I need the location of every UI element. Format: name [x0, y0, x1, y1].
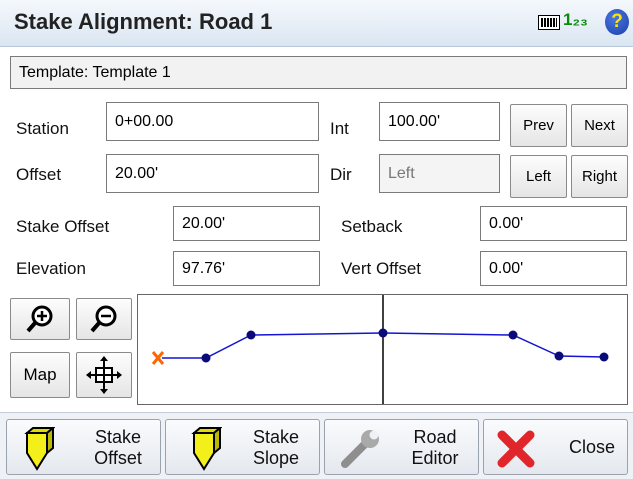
stake-offset-line1: Stake — [94, 427, 142, 447]
int-label: Int — [330, 119, 349, 138]
dir-label: Dir — [330, 165, 352, 184]
cross-section-plot — [151, 295, 609, 404]
stake-icon — [191, 427, 222, 471]
map-button[interactable]: Map — [10, 352, 70, 398]
dir-field: Left — [379, 154, 500, 193]
station-label: Station — [16, 119, 69, 138]
road-editor-button[interactable]: Road Editor — [324, 419, 479, 475]
station-input[interactable]: 0+00.00 — [106, 102, 319, 141]
zoom-out-icon — [90, 305, 117, 333]
elevation-value: 97.76' — [173, 251, 320, 286]
stake-slope-line1: Stake — [252, 427, 300, 447]
bottom-toolbar: Stake Offset Stake Slope Road Editor Clo… — [0, 412, 633, 479]
road-editor-line1: Road — [413, 427, 457, 447]
cross-section-view[interactable] — [137, 294, 628, 405]
vert-offset-value: 0.00' — [480, 251, 627, 286]
pan-button[interactable] — [76, 352, 132, 398]
stake-icon — [24, 427, 55, 471]
stake-slope-button[interactable]: Stake Slope — [165, 419, 320, 475]
keyboard-icon[interactable] — [538, 15, 560, 30]
offset-label: Offset — [16, 165, 62, 184]
zoom-in-icon — [26, 305, 53, 333]
stake-offset-line2: Offset — [94, 448, 142, 468]
setback-label: Setback — [341, 217, 403, 236]
road-editor-line2: Editor — [411, 448, 459, 468]
pan-icon — [86, 356, 122, 394]
stake-target-marker — [151, 351, 165, 365]
prev-button[interactable]: Prev — [510, 104, 567, 147]
window-title: Stake Alignment: Road 1 — [14, 9, 273, 34]
vert-offset-label: Vert Offset — [341, 259, 422, 278]
input-mode-indicator[interactable]: 1₂₃ — [563, 10, 588, 30]
stake-offset-value: 20.00' — [173, 206, 320, 241]
zoom-in-button[interactable] — [10, 298, 70, 340]
zoom-out-button[interactable] — [76, 298, 132, 340]
close-button-label: Close — [568, 437, 616, 457]
template-field[interactable]: Template: Template 1 — [10, 56, 627, 89]
stake-offset-label: Stake Offset — [16, 217, 110, 236]
stake-slope-button-label: Stake Slope — [236, 427, 316, 469]
title-bar: Stake Alignment: Road 1 1₂₃ ? — [0, 0, 633, 47]
stake-slope-line2: Slope — [252, 448, 300, 468]
offset-input[interactable]: 20.00' — [106, 154, 319, 193]
close-button[interactable]: Close — [483, 419, 628, 475]
right-button[interactable]: Right — [571, 155, 628, 198]
stake-offset-button-label: Stake Offset — [79, 427, 157, 469]
left-button[interactable]: Left — [510, 155, 567, 198]
road-editor-button-label: Road Editor — [395, 427, 475, 469]
elevation-label: Elevation — [16, 259, 86, 278]
int-input[interactable]: 100.00' — [379, 102, 500, 141]
input-mode-label: 1₂₃ — [563, 10, 588, 29]
next-button[interactable]: Next — [571, 104, 628, 147]
close-icon — [497, 430, 535, 468]
wrench-icon — [341, 430, 379, 468]
stake-offset-button[interactable]: Stake Offset — [6, 419, 161, 475]
setback-value: 0.00' — [480, 206, 627, 241]
help-icon[interactable]: ? — [605, 9, 629, 35]
